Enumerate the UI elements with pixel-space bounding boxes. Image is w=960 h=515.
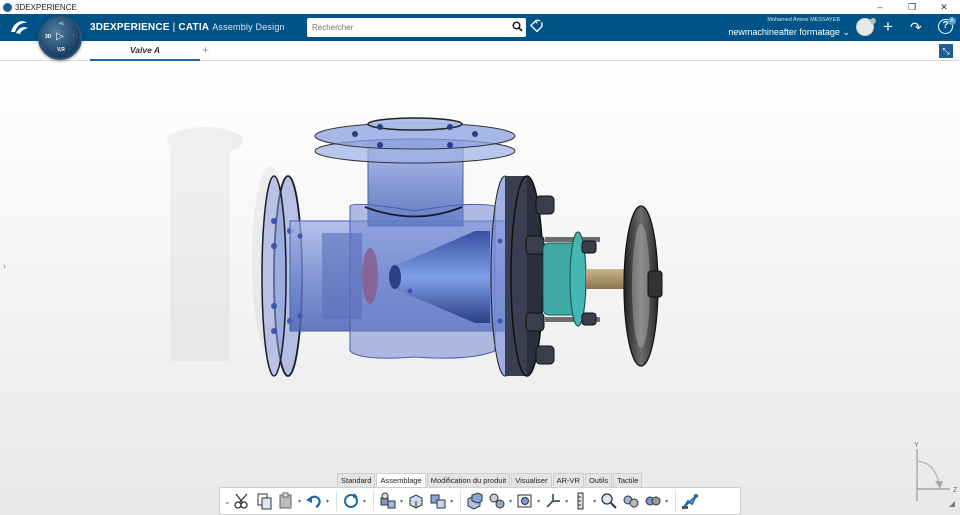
command-tabs: Standard Assemblage Modification du produi…	[337, 473, 643, 487]
clash-icon[interactable]	[643, 491, 663, 511]
document-tabbar: Valve A + ⤡	[0, 41, 960, 61]
collab-space-selector[interactable]: newmachineafter formatage ⌄	[700, 27, 850, 38]
plus-icon[interactable]: +	[883, 17, 893, 37]
toolbar-separator	[373, 491, 375, 511]
measure-icon[interactable]	[571, 491, 591, 511]
command-tab[interactable]: AR-VR	[552, 473, 584, 487]
axis-z-label: Z	[953, 487, 958, 494]
avatar-status-badge	[870, 18, 876, 24]
cut-icon[interactable]	[232, 491, 252, 511]
view-dropdown-icon[interactable]: ▾	[537, 498, 540, 505]
window-titlebar: 3DEXPERIENCE – ❐ ✕	[0, 0, 960, 14]
3d-viewport[interactable]: › Y Z	[0, 61, 960, 515]
command-tab[interactable]: Assemblage	[376, 473, 426, 487]
search-box[interactable]	[307, 18, 526, 37]
toolbar-separator	[336, 491, 338, 511]
robot-arm-icon[interactable]	[680, 491, 700, 511]
command-tab[interactable]: Tactile	[613, 473, 643, 487]
fullscreen-icon[interactable]: ⤡	[939, 44, 953, 58]
undo-dropdown-icon[interactable]: ▾	[326, 498, 329, 505]
compass-top-label: ⁸/ₖ	[59, 21, 65, 27]
command-tab[interactable]: Modification du produit	[426, 473, 511, 487]
mechanical-systems-icon[interactable]	[487, 491, 507, 511]
compass-version-label: V,R	[57, 47, 65, 53]
brand-catia: CATIA	[178, 22, 210, 33]
command-tab[interactable]: Standard	[337, 473, 376, 487]
close-button[interactable]: ✕	[928, 0, 960, 14]
replace-icon[interactable]	[428, 491, 448, 511]
robot-axis-icon[interactable]	[543, 491, 563, 511]
measure-dropdown-icon[interactable]: ▾	[593, 498, 596, 505]
toolbar-separator	[460, 491, 462, 511]
copy-icon[interactable]	[254, 491, 274, 511]
undo-icon[interactable]	[304, 491, 324, 511]
add-tab-button[interactable]: +	[202, 43, 209, 57]
mechanical-dropdown-icon[interactable]: ▾	[509, 498, 512, 505]
app-name: Assembly Design	[212, 22, 285, 32]
axis-y-label: Y	[914, 442, 919, 449]
handwheel	[623, 205, 663, 367]
share-icon[interactable]: ↷	[910, 19, 922, 36]
zoom-search-icon[interactable]	[599, 491, 619, 511]
user-name: Mohamed Amine MESSAYEB	[767, 17, 840, 23]
chevron-down-icon: ⌄	[842, 27, 850, 37]
app-topbar: 3DEXPERIENCE | CATIA Assembly Design Moh…	[0, 14, 960, 41]
toolbar-separator	[675, 491, 677, 511]
clash-dropdown-icon[interactable]: ▾	[665, 498, 668, 505]
right-flange	[490, 175, 544, 377]
tab-valve-a[interactable]: Valve A	[90, 41, 200, 61]
window-title: 3DEXPERIENCE	[15, 2, 77, 12]
replace-dropdown-icon[interactable]: ▾	[450, 498, 453, 505]
axis-dropdown-icon[interactable]: ▾	[565, 498, 568, 505]
compass-3d-label: 3D	[45, 34, 52, 40]
compass-right-label: ⁱ	[73, 34, 74, 40]
assembly-constraint-icon[interactable]	[465, 491, 485, 511]
explode-icon[interactable]	[621, 491, 641, 511]
axis-triad-icon[interactable]: Y Z	[905, 441, 960, 511]
play-icon[interactable]: ▷	[56, 31, 64, 42]
paste-icon[interactable]	[276, 491, 296, 511]
new-part-icon[interactable]	[406, 491, 426, 511]
window-controls: – ❐ ✕	[864, 0, 960, 14]
update-icon[interactable]	[341, 491, 361, 511]
app-icon	[3, 2, 12, 12]
search-input[interactable]	[307, 19, 508, 36]
update-dropdown-icon[interactable]: ▾	[363, 498, 366, 505]
top-flange	[314, 117, 516, 164]
search-icon[interactable]	[508, 20, 526, 35]
brand-title: 3DEXPERIENCE | CATIA Assembly Design	[90, 22, 285, 33]
view-icon[interactable]	[515, 491, 535, 511]
paste-dropdown-icon[interactable]: ▾	[298, 498, 301, 505]
space-name: newmachineafter formatage	[728, 27, 840, 37]
valve-assembly-model[interactable]	[0, 61, 960, 515]
action-bar: ⌄ ▾ ▾ ▾ ▾ ▾ ▾ ▾ ▾ ▾ ▾	[219, 487, 741, 515]
compass-widget[interactable]: ⁸/ₖ 3D ▷ ⁱ V,R	[38, 16, 82, 60]
brand-3dexperience: 3DEXPERIENCE	[90, 22, 170, 33]
insert-product-icon[interactable]	[378, 491, 398, 511]
restore-button[interactable]: ❐	[896, 0, 928, 14]
chevron-down-icon[interactable]: ⌄	[224, 497, 232, 506]
command-tab[interactable]: Outils	[584, 473, 613, 487]
command-tab[interactable]: Visualiser	[511, 473, 552, 487]
ds-logo-icon	[8, 17, 30, 37]
tag-icon[interactable]	[527, 17, 548, 38]
help-badge: A	[948, 17, 956, 25]
insert-dropdown-icon[interactable]: ▾	[400, 498, 403, 505]
minimize-button[interactable]: –	[864, 0, 896, 14]
